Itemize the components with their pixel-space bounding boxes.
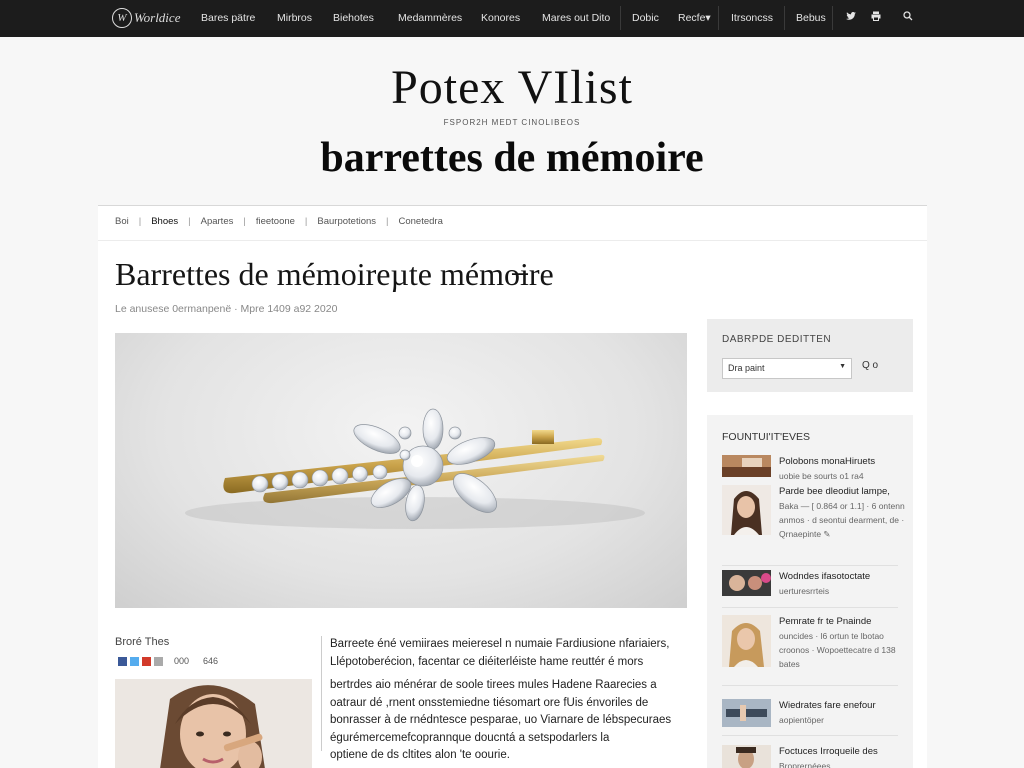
breadcrumb: Boi | Bhoes | Apartes | fieetoone | Baur…	[115, 216, 443, 227]
featured-divider	[722, 565, 898, 566]
nav-item-5[interactable]: Konores	[481, 12, 520, 24]
nav-item-2[interactable]: Mirbros	[277, 12, 312, 24]
featured-thumbnail	[722, 485, 771, 535]
featured-panel-title: FOUNTUI'IT'EVES	[722, 431, 811, 443]
body-line: Barreete éné vemiiraes meieresel n numai…	[330, 638, 670, 650]
featured-item-title: Parde bee dleodiut lampe,	[779, 486, 890, 497]
featured-item[interactable]: Foctuces Irroqueile des Broprernéees	[722, 745, 908, 768]
nav-item-3[interactable]: Biehotes	[333, 12, 374, 24]
brand-title: Potex VIlist	[391, 61, 633, 114]
featured-thumbnail	[722, 745, 771, 768]
search-category-select[interactable]: Dra paint ▼	[722, 358, 852, 379]
body-line: optiene de ds cltites alon 'te oourie.	[330, 749, 510, 761]
featured-item-meta: aopientöper	[779, 715, 824, 725]
featured-item-title: Wiedrates fare enefour	[779, 700, 876, 711]
body-line: Llépotoberécion, facentar ce diéiterléis…	[330, 655, 644, 668]
more-share-icon[interactable]	[154, 656, 163, 666]
body-rule	[321, 636, 322, 751]
top-navigation-bar: W Worldice Bares pätre Mirbros Biehotes …	[0, 0, 1024, 37]
breadcrumb-item[interactable]: Baurpotetions	[317, 216, 376, 227]
featured-item[interactable]: Wiedrates fare enefour aopientöper	[722, 699, 908, 729]
featured-item-title: Polobons monaHiruets	[779, 456, 876, 467]
featured-item-title: Wodndes ifasotoctate	[779, 571, 871, 582]
breadcrumb-separator: |	[188, 216, 191, 227]
content-card: Boi | Bhoes | Apartes | fieetoone | Baur…	[98, 205, 927, 768]
share-count-secondary: 646	[203, 656, 219, 666]
nav-item-7[interactable]: Dobic	[632, 12, 659, 24]
google-share-icon[interactable]	[142, 656, 151, 666]
body-line: bonrasser à de rnédntesce pesparae, uo V…	[330, 714, 672, 726]
logo-mark-icon: W	[112, 8, 132, 28]
featured-item[interactable]: Polobons monaHiruets uobie be sourts o1 …	[722, 455, 908, 481]
body-line: égurémercemefcoprannque doucntá a setspo…	[330, 731, 610, 744]
featured-divider	[722, 685, 898, 686]
share-bar: 000 646	[118, 656, 218, 666]
nav-separator	[784, 6, 785, 30]
article-body: Barreete éné vemiiraes meieresel n numai…	[330, 636, 690, 765]
nav-item-6[interactable]: Mares out Dito	[542, 12, 610, 24]
site-logo[interactable]: W Worldice	[112, 8, 180, 28]
body-line: bertrdes aio ménérar de soole tirees mul…	[330, 679, 657, 691]
breadcrumb-item[interactable]: Boi	[115, 216, 129, 227]
featured-thumbnail	[722, 570, 771, 596]
nav-item-10[interactable]: Bebus	[796, 12, 826, 24]
breadcrumb-item[interactable]: Apartes	[201, 216, 234, 227]
featured-thumbnail	[722, 615, 771, 667]
breadcrumb-separator: |	[138, 216, 142, 227]
sidebar-featured-panel: FOUNTUI'IT'EVES Polobons monaHiruets uob…	[707, 415, 913, 768]
share-count: 000	[174, 656, 190, 666]
search-select-value: Dra paint	[728, 363, 765, 373]
featured-item[interactable]: Pemrate fr te Pnainde ouncides · l6 ortu…	[722, 615, 908, 677]
featured-item-meta: Baka — [ 0.864 or 1.1] · 6 ontenn anmos …	[779, 501, 905, 539]
search-submit-icon[interactable]: Q o	[862, 360, 878, 371]
nav-separator	[832, 6, 833, 30]
hero-image-barrette	[115, 333, 687, 608]
featured-item-meta: uerturesrrteis	[779, 586, 830, 596]
nav-item-1[interactable]: Bares pätre	[201, 12, 255, 24]
featured-item-meta: uobie be sourts o1 ra4	[779, 471, 864, 481]
featured-divider	[722, 735, 898, 736]
breadcrumb-separator: |	[304, 216, 308, 227]
nav-separator	[718, 6, 719, 30]
featured-item-meta: ouncides · l6 ortun te lbotao croonos · …	[779, 631, 896, 669]
nav-item-9[interactable]: Itrsoncss	[731, 12, 773, 24]
search-icon[interactable]	[900, 10, 916, 26]
breadcrumb-divider	[98, 240, 927, 241]
breadcrumb-item[interactable]: Conetedra	[398, 216, 442, 227]
breadcrumb-separator: |	[386, 216, 389, 227]
twitter-share-icon[interactable]	[130, 656, 139, 666]
author-label: Broré Thes	[115, 636, 170, 648]
print-icon[interactable]	[868, 10, 884, 26]
logo-text: Worldice	[134, 10, 181, 25]
article-byline: Le anusese 0ermanpenë · Mpre 1409 a92 20…	[115, 303, 338, 315]
breadcrumb-separator: |	[243, 216, 246, 227]
search-panel-title: DABRPDE DEDITTEN	[722, 334, 832, 345]
article-title: Barrettes de mémoireµte mémo̶ire	[115, 256, 554, 292]
brand-tagline: FSPOR2H MEDT CINOLIBEOS	[443, 118, 581, 127]
chevron-down-icon: ▼	[839, 363, 846, 370]
author-photo	[115, 679, 312, 768]
body-line: oatraur dé ,rnent onsstemiedne tiésomart…	[330, 696, 649, 709]
breadcrumb-item[interactable]: fieetoone	[256, 216, 295, 227]
section-headline: barrettes de mémoire	[320, 135, 704, 181]
nav-item-8[interactable]: Recfe▾	[678, 12, 711, 24]
featured-item-title: Foctuces Irroqueile des	[779, 746, 878, 757]
featured-thumbnail	[722, 455, 771, 477]
featured-item-meta: Broprernéees	[779, 761, 831, 768]
breadcrumb-item[interactable]: Bhoes	[151, 216, 178, 227]
featured-item-title: Pemrate fr te Pnainde	[779, 616, 872, 627]
nav-item-4[interactable]: Medammères	[398, 12, 462, 24]
featured-item[interactable]: Wodndes ifasotoctate uerturesrrteis	[722, 570, 908, 600]
featured-thumbnail	[722, 699, 771, 727]
featured-divider	[722, 607, 898, 608]
facebook-share-icon[interactable]	[118, 656, 127, 666]
featured-item[interactable]: Parde bee dleodiut lampe, Baka — [ 0.864…	[722, 485, 908, 565]
sidebar-search-panel: DABRPDE DEDITTEN Dra paint ▼ Q o	[707, 319, 913, 392]
nav-separator	[620, 6, 621, 30]
twitter-icon[interactable]	[843, 10, 859, 26]
